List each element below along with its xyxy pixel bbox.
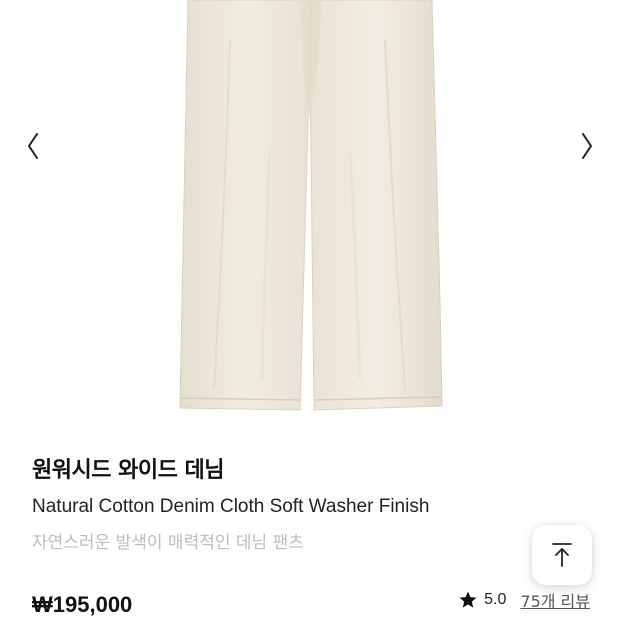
reviews-link[interactable]: 75개 리뷰 [520, 588, 590, 612]
scroll-to-top-button[interactable] [532, 525, 592, 585]
star-icon [459, 591, 477, 608]
product-rating: 5.0 75개 리뷰 [458, 588, 590, 612]
product-title-korean: 원워시드 와이드 데님 [32, 458, 224, 483]
arrow-up-to-top-icon [552, 543, 572, 567]
chevron-left-icon [28, 133, 38, 159]
product-description: 자연스러운 발색이 매력적인 데님 팬츠 [32, 533, 304, 553]
rating-score: 5.0 [484, 591, 507, 608]
product-info: 원워시드 와이드 데님 Natural Cotton Denim Cloth S… [32, 455, 600, 553]
gallery-prev-button[interactable] [18, 128, 48, 164]
product-price: ₩195,000 [32, 592, 133, 617]
product-image-gallery[interactable] [0, 0, 620, 430]
chevron-right-icon [582, 133, 592, 159]
product-title-english: Natural Cotton Denim Cloth Soft Washer F… [32, 496, 430, 517]
product-image [179, 0, 443, 411]
gallery-next-button[interactable] [572, 128, 602, 164]
